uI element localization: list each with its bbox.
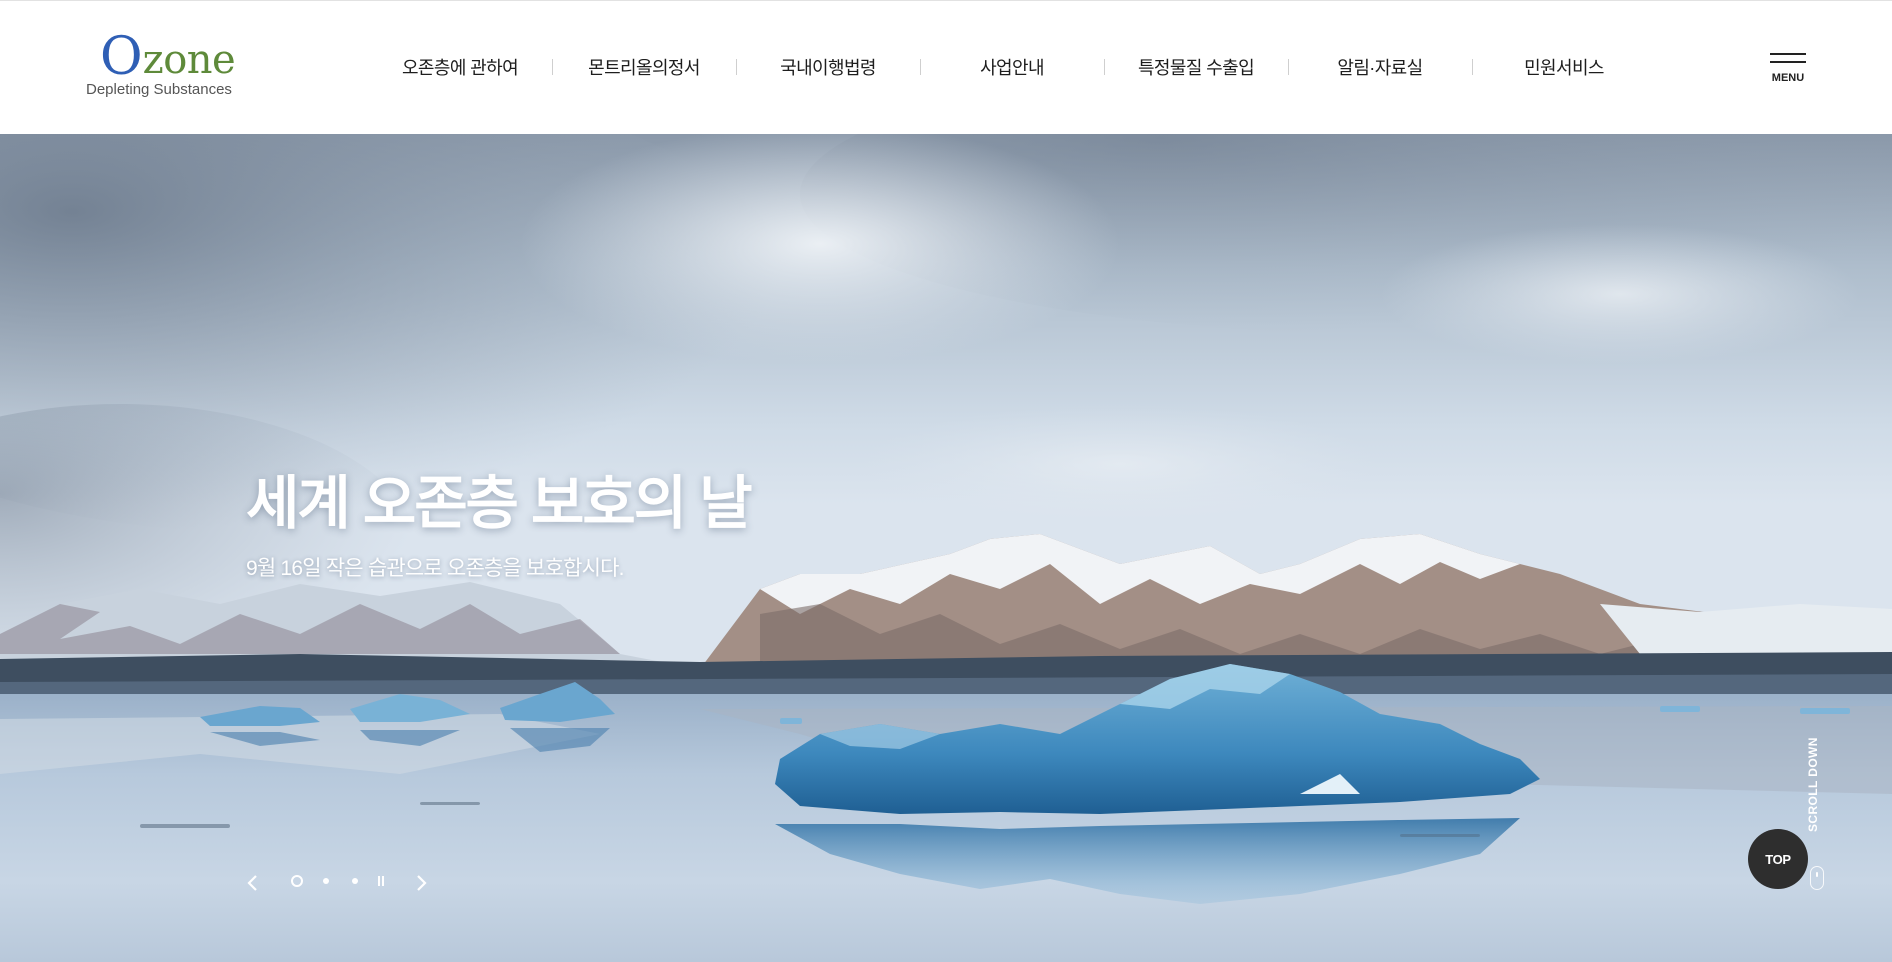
- hero-background-image: [0, 134, 1892, 962]
- logo-initial: O: [100, 27, 143, 87]
- mouse-icon: [1810, 866, 1824, 890]
- nav-item-about-ozone[interactable]: 오존층에 관하여: [368, 47, 552, 87]
- logo-wordmark: Ozone: [100, 31, 236, 83]
- menu-button[interactable]: MENU: [1764, 51, 1812, 91]
- slider-dot-3[interactable]: [352, 878, 358, 884]
- hamburger-icon: [1770, 53, 1806, 55]
- scroll-down-label: SCROLL DOWN: [1806, 737, 1820, 832]
- site-header: Ozone Depleting Substances 오존층에 관하여 몬트리올…: [0, 0, 1892, 134]
- nav-item-import-export[interactable]: 특정물질 수출입: [1104, 47, 1288, 87]
- chevron-right-icon[interactable]: [412, 874, 430, 892]
- scroll-down-indicator[interactable]: SCROLL DOWN: [1800, 737, 1830, 904]
- hero-title: 세계 오존층 보호의 날: [246, 471, 753, 536]
- back-to-top-button[interactable]: TOP: [1748, 829, 1808, 889]
- nav-item-montreal-protocol[interactable]: 몬트리올의정서: [552, 47, 736, 87]
- menu-label: MENU: [1771, 72, 1805, 84]
- main-nav: 오존층에 관하여 몬트리올의정서 국내이행법령 사업안내 특정물질 수출입 알림…: [368, 47, 1656, 87]
- hamburger-icon-bar: [1770, 61, 1806, 63]
- logo-tagline: Depleting Substances: [86, 81, 232, 98]
- hero-subtitle: 9월 16일 작은 습관으로 오존층을 보호합시다.: [246, 557, 624, 580]
- slider-dot-1[interactable]: [291, 875, 303, 887]
- nav-item-business-guide[interactable]: 사업안내: [920, 47, 1104, 87]
- hero-slider: 세계 오존층 보호의 날 9월 16일 작은 습관으로 오존층을 보호합시다. …: [0, 134, 1892, 962]
- slider-dot-2[interactable]: [323, 878, 329, 884]
- pause-icon[interactable]: [376, 876, 386, 886]
- nav-item-notice-archive[interactable]: 알림·자료실: [1288, 47, 1472, 87]
- logo-text: zone: [142, 37, 236, 83]
- nav-item-civil-service[interactable]: 민원서비스: [1472, 47, 1656, 87]
- chevron-left-icon[interactable]: [244, 874, 262, 892]
- site-logo[interactable]: Ozone Depleting Substances: [86, 31, 242, 103]
- nav-item-domestic-law[interactable]: 국내이행법령: [736, 47, 920, 87]
